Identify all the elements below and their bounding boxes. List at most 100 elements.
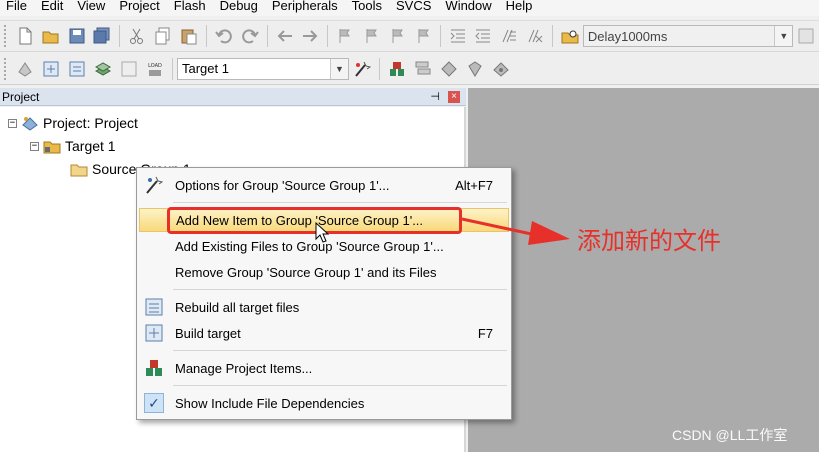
menu-window[interactable]: Window bbox=[439, 0, 499, 12]
navigate-forward-icon[interactable] bbox=[299, 25, 321, 47]
toolbar-separator bbox=[439, 25, 441, 47]
manage-components-icon bbox=[143, 358, 165, 378]
annotation-arrow-icon bbox=[461, 217, 570, 245]
tree-node-project[interactable]: − Project: Project bbox=[8, 115, 138, 131]
menu-item-show-include-deps[interactable]: ✓ Show Include File Dependencies bbox=[139, 391, 509, 415]
toolbar-separator bbox=[205, 25, 207, 47]
uncomment-icon[interactable] bbox=[524, 25, 546, 47]
menu-item-options-for-group[interactable]: Options for Group 'Source Group 1'... Al… bbox=[139, 173, 509, 197]
menu-item-remove-group[interactable]: Remove Group 'Source Group 1' and its Fi… bbox=[139, 260, 509, 284]
panel-title: Project bbox=[2, 89, 40, 104]
toolbar-separator bbox=[119, 25, 121, 47]
context-menu: Options for Group 'Source Group 1'... Al… bbox=[136, 167, 512, 420]
rebuild-icon[interactable] bbox=[66, 58, 88, 80]
batch-build-icon[interactable] bbox=[92, 58, 114, 80]
menu-flash[interactable]: Flash bbox=[168, 0, 214, 12]
toolbar-separator bbox=[552, 25, 554, 47]
build-icon[interactable] bbox=[40, 58, 62, 80]
folder-icon bbox=[70, 161, 88, 177]
editor-area bbox=[468, 88, 819, 452]
menu-tools[interactable]: Tools bbox=[346, 0, 390, 12]
runtime-env-icon[interactable] bbox=[490, 58, 512, 80]
project-panel-header: Project ⊣ × bbox=[0, 88, 466, 106]
menu-debug[interactable]: Debug bbox=[214, 0, 266, 12]
indent-icon[interactable] bbox=[447, 25, 469, 47]
menu-item-label: Remove Group 'Source Group 1' and its Fi… bbox=[175, 264, 437, 280]
close-icon[interactable]: × bbox=[448, 91, 460, 103]
load-label: LOAD bbox=[148, 63, 162, 69]
paste-icon[interactable] bbox=[178, 25, 200, 47]
menu-item-shortcut: F7 bbox=[477, 325, 493, 341]
dropdown-extra-icon[interactable] bbox=[795, 25, 817, 47]
menu-item-shortcut: Alt+F7 bbox=[455, 177, 493, 193]
menu-help[interactable]: Help bbox=[500, 0, 541, 12]
cut-icon[interactable] bbox=[126, 25, 148, 47]
menu-item-label: Rebuild all target files bbox=[175, 299, 300, 315]
menu-item-build-target[interactable]: Build target F7 bbox=[139, 321, 509, 345]
target-combo[interactable]: Target 1 ▼ bbox=[177, 57, 349, 80]
target-combo-value: Target 1 bbox=[182, 61, 229, 76]
copy-icon[interactable] bbox=[152, 25, 174, 47]
menu-separator bbox=[173, 202, 507, 203]
watermark: CSDN @LL工作室 bbox=[672, 427, 788, 443]
file-toolbar: Delay1000ms ▼ bbox=[0, 20, 819, 52]
bookmark-insert-icon[interactable] bbox=[334, 25, 356, 47]
tree-label-project: Project: Project bbox=[43, 115, 138, 131]
menu-edit[interactable]: Edit bbox=[35, 0, 71, 12]
open-folder-icon[interactable] bbox=[40, 25, 62, 47]
save-all-icon[interactable] bbox=[92, 25, 114, 47]
manage-components-icon[interactable] bbox=[386, 58, 408, 80]
function-combo-value: Delay1000ms bbox=[587, 28, 668, 44]
translate-icon[interactable] bbox=[14, 58, 36, 80]
function-combo[interactable]: Delay1000ms ▼ bbox=[582, 25, 794, 47]
collapse-icon[interactable]: − bbox=[30, 141, 39, 151]
select-packs-icon[interactable] bbox=[464, 58, 486, 80]
mouse-cursor-icon bbox=[315, 222, 329, 243]
chevron-down-icon[interactable]: ▼ bbox=[774, 26, 793, 46]
menu-svcs[interactable]: SVCS bbox=[390, 0, 439, 12]
find-in-files-icon[interactable] bbox=[559, 25, 581, 47]
pack-installer-icon[interactable] bbox=[438, 58, 460, 80]
menu-item-manage-project-items[interactable]: Manage Project Items... bbox=[139, 356, 509, 380]
menu-separator bbox=[173, 289, 507, 290]
build-toolbar: LOAD Target 1 ▼ bbox=[0, 53, 819, 85]
menu-project[interactable]: Project bbox=[113, 0, 167, 12]
save-icon[interactable] bbox=[66, 25, 88, 47]
rebuild-icon bbox=[143, 297, 165, 317]
download-load-icon[interactable]: LOAD bbox=[144, 58, 166, 80]
menu-separator bbox=[173, 350, 507, 351]
toolbar-separator bbox=[379, 57, 380, 80]
pin-icon[interactable]: ⊣ bbox=[430, 90, 440, 103]
menu-item-rebuild-all[interactable]: Rebuild all target files bbox=[139, 295, 509, 319]
collapse-icon[interactable]: − bbox=[8, 118, 17, 128]
menu-separator bbox=[173, 385, 507, 386]
project-icon bbox=[21, 115, 39, 131]
build-icon bbox=[143, 323, 165, 343]
menu-bar: File Edit View Project Flash Debug Perip… bbox=[0, 0, 819, 16]
menu-file[interactable]: File bbox=[0, 0, 35, 12]
chevron-down-icon[interactable]: ▼ bbox=[330, 58, 348, 79]
unindent-icon[interactable] bbox=[472, 25, 494, 47]
menu-item-label: Build target bbox=[175, 325, 241, 341]
toolbar-grip[interactable] bbox=[4, 25, 8, 47]
tree-node-target[interactable]: − Target 1 bbox=[30, 138, 116, 154]
new-file-icon[interactable] bbox=[14, 25, 36, 47]
checkmark-icon: ✓ bbox=[143, 393, 165, 413]
redo-icon[interactable] bbox=[239, 25, 261, 47]
bookmark-clear-icon[interactable] bbox=[412, 25, 434, 47]
menu-view[interactable]: View bbox=[71, 0, 113, 12]
toolbar-separator bbox=[266, 25, 268, 47]
bookmark-next-icon[interactable] bbox=[386, 25, 408, 47]
stop-build-icon[interactable] bbox=[118, 58, 140, 80]
menu-peripherals[interactable]: Peripherals bbox=[266, 0, 346, 12]
file-extensions-icon[interactable] bbox=[412, 58, 434, 80]
tree-label-target: Target 1 bbox=[65, 138, 116, 154]
toolbar-grip[interactable] bbox=[4, 57, 8, 80]
undo-icon[interactable] bbox=[213, 25, 235, 47]
menu-item-label: Add Existing Files to Group 'Source Grou… bbox=[175, 238, 444, 254]
bookmark-prev-icon[interactable] bbox=[360, 25, 382, 47]
navigate-back-icon[interactable] bbox=[274, 25, 296, 47]
menu-item-label: Show Include File Dependencies bbox=[175, 395, 365, 411]
comment-icon[interactable] bbox=[498, 25, 520, 47]
target-options-icon[interactable] bbox=[351, 58, 373, 80]
